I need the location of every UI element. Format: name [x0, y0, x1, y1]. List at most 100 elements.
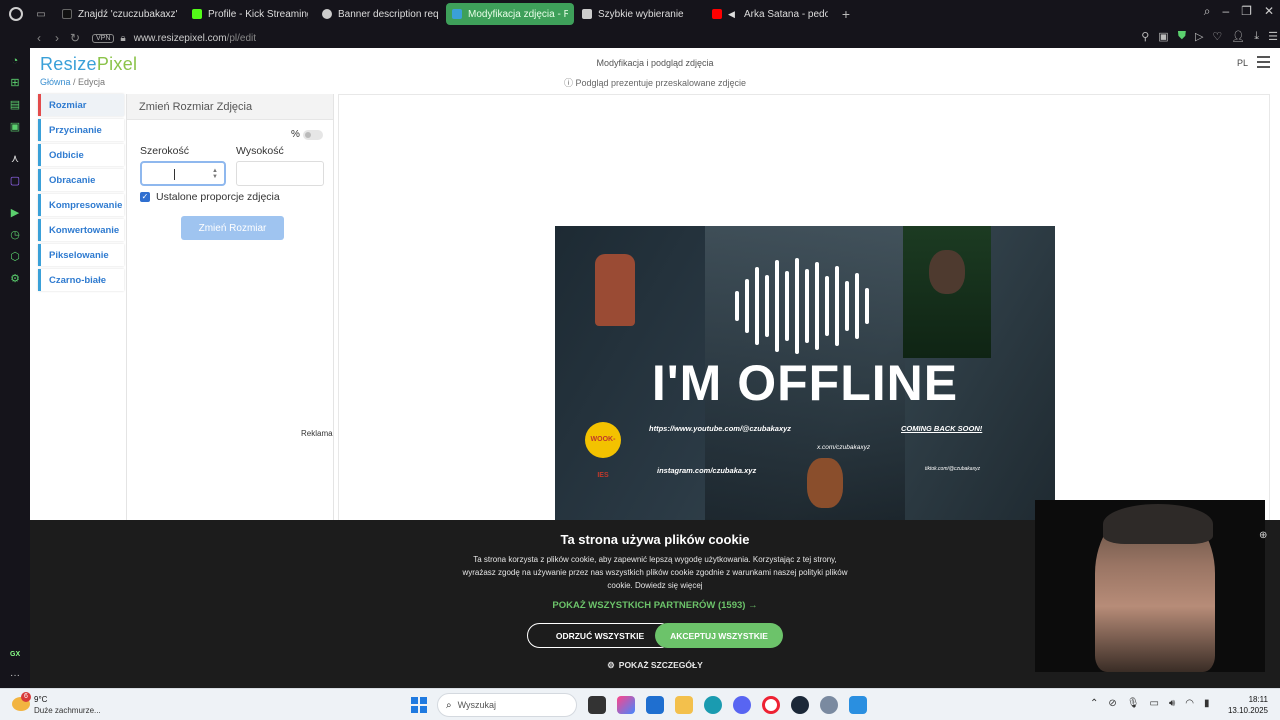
- number-spinner[interactable]: ▲ ▼: [212, 168, 218, 180]
- opera-gx-icon[interactable]: [762, 696, 780, 714]
- temperature[interactable]: 9°C: [34, 695, 47, 704]
- adblock-shield-icon[interactable]: ⛊: [1178, 30, 1186, 43]
- snapshot-icon[interactable]: ▣: [1158, 30, 1168, 43]
- file-explorer-icon[interactable]: [675, 696, 693, 714]
- clock[interactable]: 18:11 13.10.2025: [1228, 694, 1268, 716]
- minimize-icon[interactable]: –: [1222, 4, 1229, 19]
- hamburger-menu-icon[interactable]: [1257, 56, 1270, 71]
- tray-chevron-icon[interactable]: ⌃: [1090, 698, 1098, 709]
- snipping-tool-icon[interactable]: [849, 696, 867, 714]
- extensions-icon[interactable]: ⬡: [8, 250, 22, 264]
- preview-image: I'M OFFLINE WOOK-IES https://www.youtube…: [555, 226, 1055, 520]
- video-popout-control-icon[interactable]: ⊕: [1259, 530, 1267, 541]
- twitch-icon[interactable]: ▢: [8, 174, 22, 188]
- task-view-icon[interactable]: [588, 696, 606, 714]
- width-input[interactable]: ▲ ▼: [140, 161, 226, 186]
- vpn-badge[interactable]: VPN: [92, 33, 115, 43]
- height-input[interactable]: [236, 161, 324, 186]
- address-bar-actions: ⚲ ▣ ⛊ ▷ ♡ 👤︎ ⤓ ☰: [1141, 30, 1278, 43]
- workspaces-icon[interactable]: ▭: [32, 0, 50, 28]
- tab-label: Modyfikacja zdjęcia - Res: [468, 8, 568, 20]
- forward-icon[interactable]: ›: [48, 31, 66, 45]
- tab-youtube[interactable]: ◀ Arka Satana - pedofel: [706, 3, 834, 25]
- volume-icon[interactable]: 🔊︎: [1169, 698, 1175, 709]
- easy-setup-icon[interactable]: ☰: [1268, 30, 1278, 43]
- menu-item-pikselowanie[interactable]: Pikselowanie: [38, 244, 124, 266]
- settings-app-icon[interactable]: [820, 696, 838, 714]
- language-selector[interactable]: PL: [1237, 58, 1248, 68]
- keep-ratio-checkbox[interactable]: ✓: [140, 192, 150, 202]
- messenger-icon[interactable]: ▣: [8, 120, 22, 134]
- menu-item-rozmiar[interactable]: Rozmiar: [38, 94, 124, 116]
- opera-logo-icon[interactable]: [0, 0, 32, 28]
- gx-control-icon[interactable]: ⊞: [8, 76, 22, 90]
- edge-icon[interactable]: [704, 696, 722, 714]
- menu-item-obracanie[interactable]: Obracanie: [38, 169, 124, 191]
- play-icon[interactable]: ▷: [1195, 30, 1203, 43]
- discord-icon[interactable]: [733, 696, 751, 714]
- gx-corner-icon[interactable]: ◔: [8, 54, 22, 68]
- cookie-body: Ta strona korzysta z plików cookie, aby …: [462, 555, 848, 590]
- show-details-label: POKAŻ SZCZEGÓŁY: [618, 660, 703, 670]
- aria-icon[interactable]: ⋏: [8, 152, 22, 166]
- video-popout[interactable]: [1035, 500, 1265, 672]
- pin-icon[interactable]: ⚲: [1141, 30, 1149, 43]
- percent-label: %: [291, 129, 300, 140]
- wookies-badge: WOOK-IES: [585, 422, 621, 479]
- microphone-icon[interactable]: 🎙︎: [1127, 698, 1140, 709]
- tab-kick[interactable]: Profile - Kick Streaming: [186, 3, 314, 25]
- gx-cleaner-icon[interactable]: ▤: [8, 98, 22, 112]
- menu-item-przycinanie[interactable]: Przycinanie: [38, 119, 124, 141]
- history-icon[interactable]: ◷: [8, 228, 22, 242]
- url-field[interactable]: www.resizepixel.com/pl/edit: [134, 33, 256, 44]
- menu-item-czarno-biale[interactable]: Czarno-białe: [38, 269, 124, 291]
- player-icon[interactable]: ▶: [8, 206, 22, 220]
- address-bar: ‹ › ↻ VPN 🔒︎ www.resizepixel.com/pl/edit…: [30, 28, 1280, 48]
- download-icon[interactable]: ⤓: [1254, 30, 1259, 43]
- accept-all-button[interactable]: AKCEPTUJ WSZYSTKIE: [655, 623, 783, 648]
- keep-ratio-label[interactable]: Ustalone proporcje zdjęcia: [156, 191, 280, 203]
- speaker-icon[interactable]: ◀: [728, 9, 738, 19]
- more-icon[interactable]: ···: [10, 670, 20, 681]
- tab-speed-dial[interactable]: Szybkie wybieranie: [576, 3, 704, 25]
- meet-icon[interactable]: ▭: [1149, 698, 1158, 709]
- taskbar: 6 9°C Duże zachmurze... ⌕ Wyszukaj ⌃ ⊘ 🎙︎…: [0, 688, 1280, 720]
- copilot-icon[interactable]: [617, 696, 635, 714]
- percent-toggle[interactable]: [303, 130, 323, 140]
- reject-all-button[interactable]: ODRZUĆ WSZYSTKIE: [527, 623, 673, 648]
- reload-icon[interactable]: ↻: [66, 31, 84, 45]
- soundwave-graphic: [735, 256, 869, 356]
- offline-headline: I'M OFFLINE: [651, 355, 959, 411]
- store-icon[interactable]: [646, 696, 664, 714]
- gx-label[interactable]: GX: [10, 651, 20, 658]
- settings-icon[interactable]: ⚙: [8, 272, 22, 286]
- browser-sidebar: ◔ ⊞ ▤ ▣ ⋏ ▢ ▶ ◷ ⬡ ⚙: [0, 28, 30, 688]
- menu-item-konwertowanie[interactable]: Konwertowanie: [38, 219, 124, 241]
- taskbar-search[interactable]: ⌕ Wyszukaj: [437, 693, 577, 717]
- tray-network-off-icon[interactable]: ⊘: [1108, 698, 1116, 709]
- coming-soon-text: COMING BACK SOON!: [901, 424, 983, 433]
- battery-icon[interactable]: ▮: [1204, 698, 1210, 709]
- close-icon[interactable]: ✕: [1264, 4, 1274, 19]
- resize-button[interactable]: Zmień Rozmiar: [181, 216, 284, 240]
- tab-banner[interactable]: Banner description reque: [316, 3, 444, 25]
- weather-description[interactable]: Duże zachmurze...: [34, 706, 101, 715]
- heart-icon[interactable]: ♡: [1212, 30, 1222, 43]
- steam-icon[interactable]: [791, 696, 809, 714]
- wifi-icon[interactable]: ◠: [1185, 698, 1194, 709]
- menu-item-kompresowanie[interactable]: Kompresowanie: [38, 194, 124, 216]
- menu-item-odbicie[interactable]: Odbicie: [38, 144, 124, 166]
- maximize-icon[interactable]: ❐: [1241, 4, 1252, 19]
- page-title: Modyfikacja i podgląd zdjęcia: [596, 58, 714, 68]
- mascot-figure: [807, 458, 843, 508]
- search-icon: ⌕: [446, 699, 452, 711]
- tab-label: Arka Satana - pedofel: [744, 8, 828, 20]
- account-icon[interactable]: 👤︎: [1231, 30, 1245, 43]
- windows-start-icon[interactable]: [411, 697, 427, 713]
- new-tab-icon[interactable]: +: [836, 6, 856, 22]
- search-tabs-icon[interactable]: ⌕: [1204, 4, 1211, 19]
- lock-icon[interactable]: 🔒︎: [120, 33, 125, 44]
- back-icon[interactable]: ‹: [30, 31, 48, 45]
- tab-tiktok[interactable]: Znajdź 'czuczubakaxz' na: [56, 3, 184, 25]
- tab-resizepixel[interactable]: Modyfikacja zdjęcia - Res: [446, 3, 574, 25]
